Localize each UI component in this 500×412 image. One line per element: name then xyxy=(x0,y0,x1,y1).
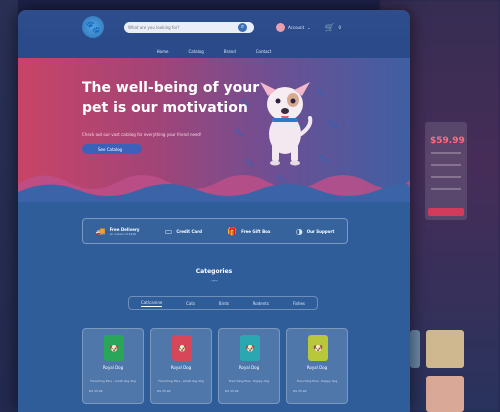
hero-title: The well-being of your pet is our motiva… xyxy=(82,80,260,116)
see-catalog-button[interactable]: See Catalog xyxy=(82,144,142,154)
hero-banner: The well-being of your pet is our motiva… xyxy=(18,58,410,202)
gift-icon: 🎁 xyxy=(227,226,238,236)
tab-cats[interactable]: Cats xyxy=(186,301,195,306)
search-bar[interactable]: ⌕ xyxy=(124,21,254,33)
feature-gift-box: 🎁 Free Gift Box xyxy=(227,226,271,236)
product-card[interactable]: 🐶 Royal Dog Frenching Plus - Puppy dog R… xyxy=(286,328,348,404)
nav-home[interactable]: Home xyxy=(157,49,169,54)
background-photo xyxy=(426,330,464,368)
search-input[interactable] xyxy=(128,24,238,30)
nav-catalog[interactable]: Catalog xyxy=(188,49,203,54)
tab-fishes[interactable]: Fishes xyxy=(293,301,305,306)
search-icon[interactable]: ⌕ xyxy=(238,22,247,32)
background-button xyxy=(428,208,464,216)
background-line xyxy=(431,176,461,178)
nav-brand[interactable]: Brand xyxy=(224,49,236,54)
background-photo xyxy=(426,376,464,412)
food-bag-icon: 🐶 xyxy=(104,335,124,361)
background-line xyxy=(431,188,461,190)
storefront-window: 🐾 ⌕ Account ⌄ 🛒 0 Home Catalog Brand Con… xyxy=(18,10,410,412)
background-line xyxy=(431,164,461,166)
tab-rodents[interactable]: Rodents xyxy=(253,301,269,306)
feature-support: ◑ Our Support xyxy=(295,226,335,236)
product-card[interactable]: 🐶 Royal Dog Frenching Plus - Adult dog 2… xyxy=(150,328,212,404)
food-bag-icon: 🐶 xyxy=(172,335,192,361)
background-photo xyxy=(410,330,420,368)
paw-icon: 🐾 xyxy=(328,120,338,129)
feature-credit-card: ▭ Credit Card xyxy=(164,226,202,236)
paw-logo-icon[interactable]: 🐾 xyxy=(82,16,104,38)
nav-contact[interactable]: Contact xyxy=(256,49,272,54)
dog-illustration xyxy=(260,82,313,166)
hero-wave xyxy=(18,175,410,202)
product-card[interactable]: 🐶 Royal Dog Frenching Plus - Adult dog 2… xyxy=(82,328,144,404)
paw-icon: 🐾 xyxy=(234,128,244,137)
background-price: $59.99 xyxy=(430,136,465,146)
cart-icon[interactable]: 🛒 xyxy=(325,23,335,32)
feature-free-delivery: 🚚 Free Delivery on orders of $100 xyxy=(95,226,140,236)
account-menu[interactable]: Account ⌄ xyxy=(276,22,311,32)
food-bag-icon: 🐶 xyxy=(308,335,328,361)
tab-birds[interactable]: Birds xyxy=(219,301,229,306)
food-bag-icon: 🐶 xyxy=(240,335,260,361)
category-tabs: Cat/canine Cats Birds Rodents Fishes xyxy=(128,296,318,310)
categories-title: Categories xyxy=(195,268,233,275)
features-bar: 🚚 Free Delivery on orders of $100 ▭ Credi… xyxy=(82,218,348,244)
support-icon: ◑ xyxy=(295,226,303,236)
bone-icon: ⊸⊷ xyxy=(210,278,218,283)
chevron-down-icon: ⌄ xyxy=(307,24,311,30)
paw-icon: 🐾 xyxy=(240,98,250,107)
truck-icon: 🚚 xyxy=(95,226,106,236)
product-card[interactable]: 🐶 Royal Dog Frenching Plus - Puppy dog R… xyxy=(218,328,280,404)
background-left-edge xyxy=(0,0,18,412)
tab-cat-canine[interactable]: Cat/canine xyxy=(140,300,163,307)
account-label: Account xyxy=(288,24,305,30)
site-header: 🐾 ⌕ Account ⌄ 🛒 0 xyxy=(18,10,410,44)
hero-subtitle: Check out our vast catalog for everythin… xyxy=(82,132,202,137)
cart-count: 0 xyxy=(338,24,342,30)
product-list: 🐶 Royal Dog Frenching Plus - Adult dog 2… xyxy=(82,328,348,404)
avatar xyxy=(276,22,285,32)
background-line xyxy=(431,152,461,154)
credit-card-icon: ▭ xyxy=(164,226,173,236)
main-nav: Home Catalog Brand Contact xyxy=(18,44,410,58)
